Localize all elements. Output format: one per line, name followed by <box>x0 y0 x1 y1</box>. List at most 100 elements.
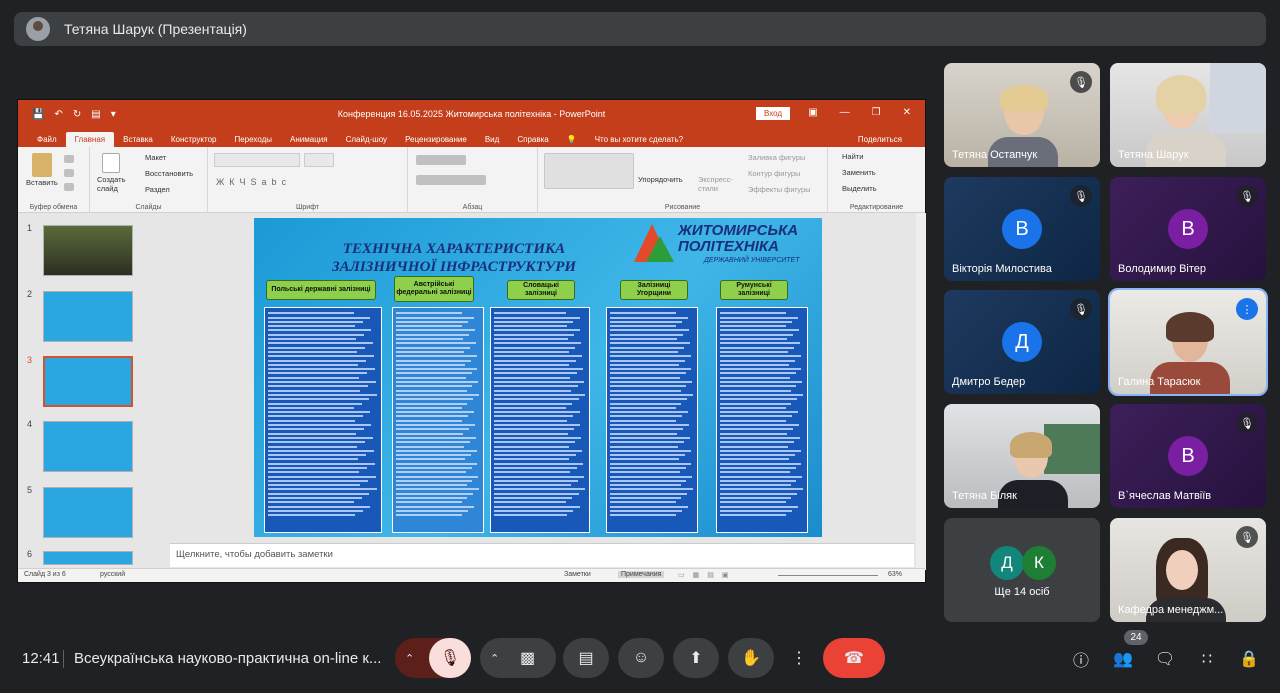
slide-counter: Слайд 3 из 6 <box>24 571 66 578</box>
quick-styles-button[interactable]: Экспресс-стили <box>698 175 738 193</box>
slide-thumb-6[interactable] <box>43 551 133 565</box>
ribbon-tabs: Файл Главная Вставка Конструктор Переход… <box>18 128 925 147</box>
tab-review[interactable]: Рецензирование <box>396 132 476 147</box>
list-icons[interactable] <box>416 155 466 165</box>
copy-icon[interactable] <box>64 169 74 177</box>
ribbon: Вставить Буфер обмена Создать слайд Маке… <box>18 147 925 213</box>
participant-tile[interactable]: Тетяна Біляк <box>944 404 1100 508</box>
share-button[interactable]: Поделиться <box>849 132 911 147</box>
reset-button[interactable]: Восстановить <box>145 169 193 178</box>
tab-home[interactable]: Главная <box>65 132 115 147</box>
notes-pane[interactable]: Щелкните, чтобы добавить заметки <box>170 543 914 567</box>
group-label-clipboard: Буфер обмена <box>29 204 78 211</box>
people-icon[interactable]: 👥 <box>1112 648 1134 670</box>
chat-icon[interactable]: 🗨 <box>1154 648 1176 670</box>
participant-name: Кафедра менеджм... <box>1118 604 1224 616</box>
meet-window: Тетяна Шарук (Презентація) 💾 ↶ ↻ ▤ ▾ Кон… <box>0 0 1280 693</box>
participant-name: В`ячеслав Матвіїв <box>1118 490 1212 502</box>
raise-hand-icon[interactable]: ✋ <box>728 638 774 678</box>
participant-tile[interactable]: 🎙 Тетяна Остапчук <box>944 63 1100 167</box>
participant-tile-speaking[interactable]: ⋮ Галина Тарасюк <box>1108 288 1268 396</box>
minimize-icon[interactable]: — <box>840 107 850 118</box>
format-painter-icon[interactable] <box>64 183 74 191</box>
more-options-icon[interactable]: ⋮ <box>783 638 815 678</box>
participant-tile[interactable]: В 🎙 В`ячеслав Матвіїв <box>1110 404 1266 508</box>
column-header: Румунські залізниці <box>720 280 788 300</box>
find-button[interactable]: Найти <box>842 152 863 161</box>
tab-view[interactable]: Вид <box>476 132 508 147</box>
slide-thumb-3[interactable] <box>43 356 133 407</box>
tab-animations[interactable]: Анимация <box>281 132 337 147</box>
signin-button[interactable]: Вход <box>756 107 791 120</box>
mic-options-icon[interactable]: ⌃ <box>405 652 414 665</box>
font-name-select[interactable] <box>214 153 300 167</box>
arrange-button[interactable]: Упорядочить <box>638 175 683 184</box>
participant-tile[interactable]: Д 🎙 Дмитро Бедер <box>944 290 1100 394</box>
tab-insert[interactable]: Вставка <box>114 132 162 147</box>
info-icon[interactable]: ⓘ <box>1070 648 1092 670</box>
tab-file[interactable]: Файл <box>28 132 66 147</box>
align-icons[interactable] <box>416 175 486 185</box>
tab-transitions[interactable]: Переходы <box>225 132 281 147</box>
notes-toggle[interactable]: Заметки <box>564 571 591 578</box>
slide-thumb-2[interactable] <box>43 291 133 342</box>
more-participants-tile[interactable]: Д К Ще 14 осіб <box>944 518 1100 622</box>
new-slide-icon[interactable] <box>102 153 120 173</box>
section-button[interactable]: Раздел <box>145 185 170 194</box>
camera-icon[interactable]: ▩ <box>520 648 535 668</box>
language-indicator[interactable]: русский <box>100 571 125 578</box>
vertical-scrollbar[interactable] <box>916 213 926 570</box>
font-format-buttons[interactable]: ЖКЧSabc <box>216 177 291 187</box>
current-slide[interactable]: ТЕХНІЧНА ХАРАКТЕРИСТИКА ЗАЛІЗНИЧНОЇ ІНФР… <box>254 218 822 537</box>
microphone-off-icon[interactable]: 🎙 <box>429 638 471 678</box>
clock: 12:41 <box>22 650 60 667</box>
group-label-slides: Слайды <box>135 204 162 211</box>
slide-thumb-1[interactable] <box>43 225 133 276</box>
slide-thumb-4[interactable] <box>43 421 133 472</box>
participant-tile[interactable]: В 🎙 Володимир Вітер <box>1110 177 1266 281</box>
slide-title: ТЕХНІЧНА ХАРАКТЕРИСТИКА ЗАЛІЗНИЧНОЇ ІНФР… <box>331 241 577 275</box>
university-logo: ЖИТОМИРСЬКА ПОЛІТЕХНІКА ДЕРЖАВНИЙ УНІВЕР… <box>634 222 820 268</box>
shapes-gallery[interactable] <box>544 153 634 189</box>
slide-thumb-5[interactable] <box>43 487 133 538</box>
comments-toggle[interactable]: Примечания <box>618 571 665 578</box>
layout-button[interactable]: Макет <box>145 153 166 162</box>
font-size-select[interactable] <box>304 153 334 167</box>
end-call-icon[interactable]: ☎ <box>823 638 885 678</box>
host-controls-icon[interactable]: 🔒 <box>1238 648 1260 670</box>
replace-button[interactable]: Заменить <box>842 168 876 177</box>
view-buttons[interactable]: ▭▦▤▣ <box>678 571 736 579</box>
tab-slideshow[interactable]: Слайд-шоу <box>337 132 396 147</box>
paste-button[interactable]: Вставить <box>26 178 58 187</box>
present-icon[interactable]: ⬆ <box>673 638 719 678</box>
participant-avatar: Д <box>1002 322 1042 362</box>
captions-icon[interactable]: ▤ <box>563 638 609 678</box>
tell-me-input[interactable]: Что вы хотите сделать? <box>586 132 692 147</box>
ribbon-display-icon[interactable]: ▣ <box>808 107 817 118</box>
cut-icon[interactable] <box>64 155 74 163</box>
paste-icon[interactable] <box>32 153 52 177</box>
camera-options-icon[interactable]: ⌃ <box>490 652 499 665</box>
mic-off-icon: 🎙 <box>1236 412 1258 434</box>
column-header: Польські державні залізниці <box>266 280 376 300</box>
activities-icon[interactable]: ∷ <box>1196 648 1218 670</box>
tab-help[interactable]: Справка <box>508 132 557 147</box>
shape-fill-button[interactable]: Заливка фигуры <box>748 153 805 162</box>
new-slide-button[interactable]: Создать слайд <box>97 175 131 193</box>
tab-design[interactable]: Конструктор <box>162 132 226 147</box>
group-label-drawing: Рисование <box>664 204 701 211</box>
select-button[interactable]: Выделить <box>842 184 877 193</box>
zoom-level[interactable]: 63% <box>888 571 902 578</box>
participant-avatar: Д <box>990 546 1024 580</box>
emoji-icon[interactable]: ☺ <box>618 638 664 678</box>
maximize-icon[interactable]: ❐ <box>872 107 881 118</box>
participant-tile[interactable]: 🎙 Кафедра менеджм... <box>1110 518 1266 622</box>
shape-effects-button[interactable]: Эффекты фигуры <box>748 185 811 194</box>
column-text-block <box>264 307 382 533</box>
shape-outline-button[interactable]: Контур фигуры <box>748 169 800 178</box>
participant-tile[interactable]: Тетяна Шарук <box>1110 63 1266 167</box>
zoom-slider[interactable] <box>778 575 878 576</box>
editing-group: Найти Заменить Выделить Редактирование <box>828 147 925 213</box>
participant-tile[interactable]: В 🎙 Вікторія Милостива <box>944 177 1100 281</box>
close-icon[interactable]: ✕ <box>903 107 911 118</box>
